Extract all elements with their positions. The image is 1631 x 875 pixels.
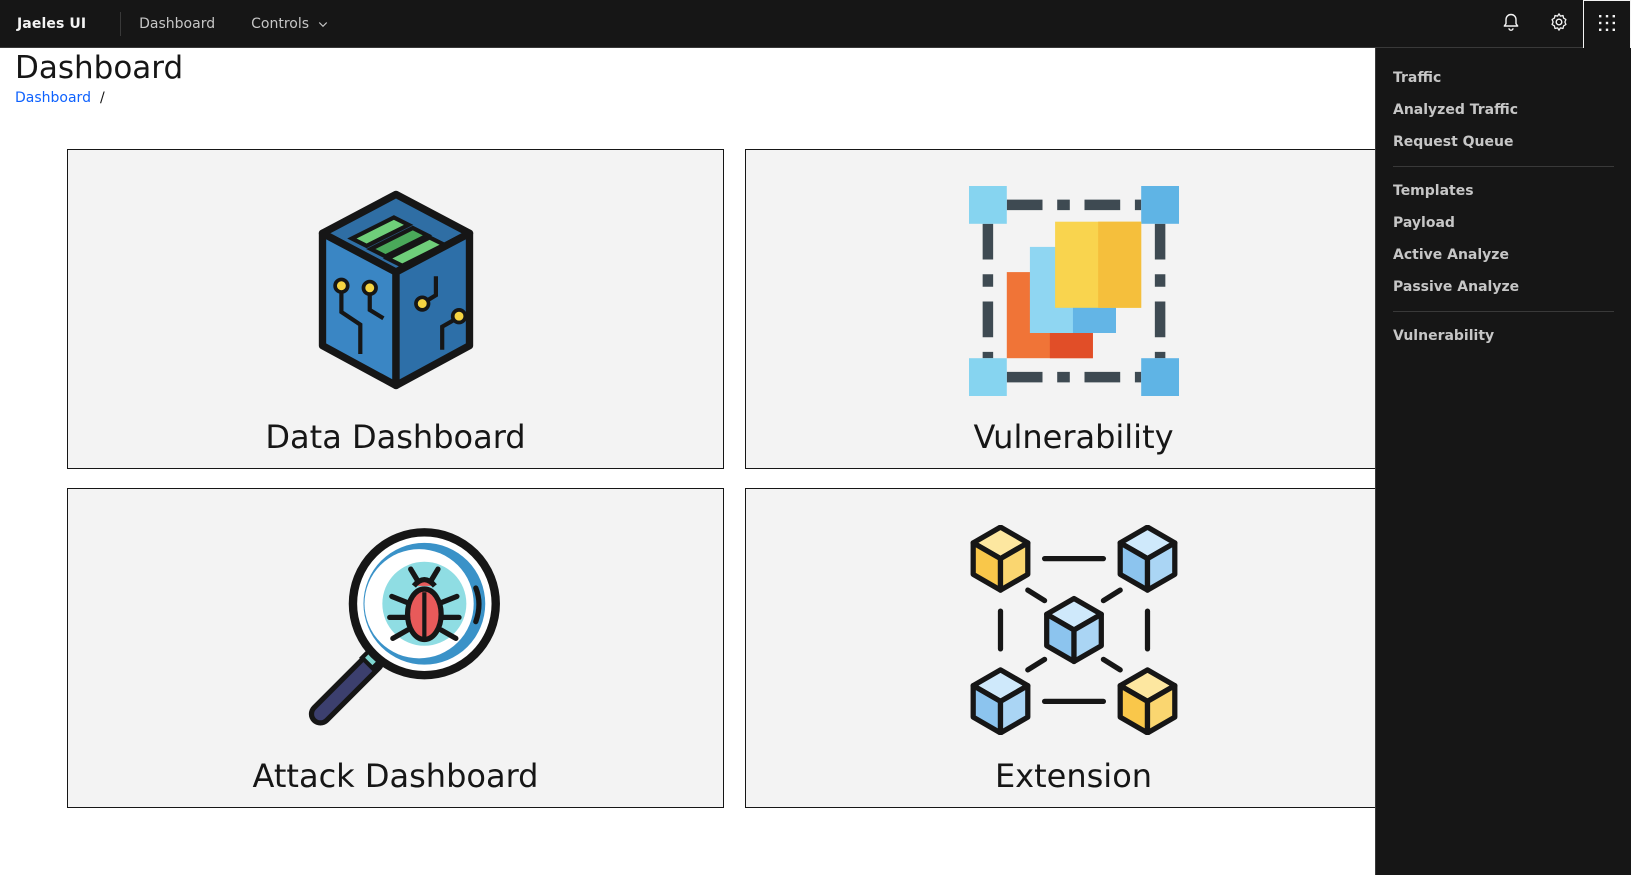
panel-item-traffic[interactable]: Traffic bbox=[1376, 62, 1631, 94]
panel-item-request-queue[interactable]: Request Queue bbox=[1376, 126, 1631, 158]
extension-network-icon bbox=[969, 525, 1179, 735]
page-title: Dashboard bbox=[15, 50, 184, 86]
breadcrumb-dashboard-link[interactable]: Dashboard bbox=[15, 90, 91, 106]
chevron-down-icon bbox=[317, 18, 329, 30]
panel-divider bbox=[1393, 311, 1614, 312]
vulnerability-layers-icon bbox=[968, 186, 1179, 396]
nav-controls-label: Controls bbox=[251, 15, 310, 32]
tile-label: Vulnerability bbox=[973, 418, 1174, 456]
app-header: Jaeles UI Dashboard Controls bbox=[0, 0, 1631, 48]
nav-dashboard[interactable]: Dashboard bbox=[121, 0, 233, 47]
bug-magnifier-icon bbox=[308, 528, 500, 726]
tile-label: Extension bbox=[994, 757, 1153, 795]
header-actions bbox=[1487, 0, 1631, 48]
brand-name[interactable]: Jaeles UI bbox=[0, 11, 122, 36]
panel-item-vulnerability[interactable]: Vulnerability bbox=[1376, 320, 1631, 352]
notification-icon bbox=[1501, 12, 1521, 36]
breadcrumb-separator: / bbox=[99, 90, 105, 106]
app-switcher-button[interactable] bbox=[1583, 0, 1631, 48]
tile-vulnerability[interactable]: Vulnerability bbox=[745, 149, 1402, 469]
tile-label: Data Dashboard bbox=[265, 418, 526, 456]
nav-controls[interactable]: Controls bbox=[233, 0, 347, 47]
notification-button[interactable] bbox=[1487, 0, 1535, 48]
app-switcher-panel: Traffic Analyzed Traffic Request Queue T… bbox=[1375, 48, 1631, 875]
panel-item-active-analyze[interactable]: Active Analyze bbox=[1376, 239, 1631, 271]
tile-label: Attack Dashboard bbox=[252, 757, 539, 795]
tile-data-dashboard[interactable]: Data Dashboard bbox=[67, 149, 724, 469]
tile-extension[interactable]: Extension bbox=[745, 488, 1402, 808]
data-cube-icon bbox=[318, 190, 473, 390]
panel-item-analyzed-traffic[interactable]: Analyzed Traffic bbox=[1376, 94, 1631, 126]
panel-item-templates[interactable]: Templates bbox=[1376, 175, 1631, 207]
app-switcher-icon bbox=[1598, 14, 1616, 36]
tile-attack-dashboard[interactable]: Attack Dashboard bbox=[67, 488, 724, 808]
nav-dashboard-label: Dashboard bbox=[139, 15, 216, 32]
breadcrumb: Dashboard / bbox=[15, 90, 105, 106]
settings-button[interactable] bbox=[1535, 0, 1583, 48]
panel-divider bbox=[1393, 166, 1614, 167]
panel-item-passive-analyze[interactable]: Passive Analyze bbox=[1376, 271, 1631, 303]
settings-icon bbox=[1549, 12, 1569, 36]
panel-item-payload[interactable]: Payload bbox=[1376, 207, 1631, 239]
